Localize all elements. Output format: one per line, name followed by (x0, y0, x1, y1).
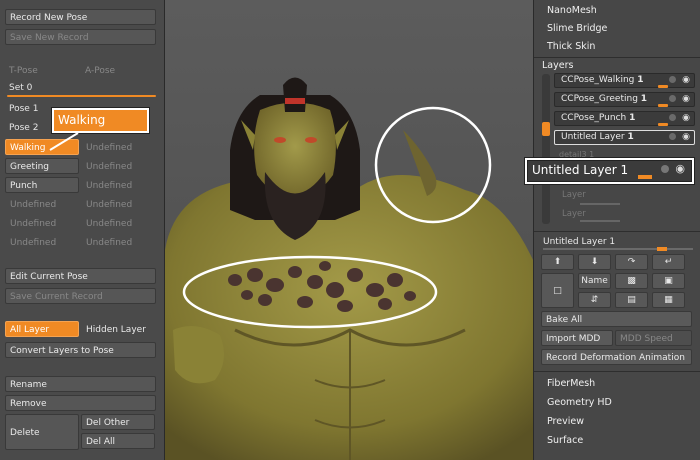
left-panel: Record New Pose Save New Record T-Pose A… (0, 0, 165, 460)
callout-layer-name: Untitled Layer 1 (532, 163, 629, 177)
remove-button[interactable]: Remove (5, 395, 156, 411)
del-all-button[interactable]: Del All (81, 433, 155, 449)
import-mdd-button[interactable]: Import MDD (541, 330, 613, 346)
move-up-icon[interactable]: ⬆ (541, 254, 574, 270)
copy-icon[interactable]: ▩ (615, 273, 648, 289)
menu-nanomesh[interactable]: NanoMesh (547, 5, 597, 16)
menu-geometry-hd[interactable]: Geometry HD (547, 397, 612, 408)
move-down-icon[interactable]: ⬇ (578, 254, 611, 270)
pose-slot-greeting[interactable]: Greeting (5, 158, 79, 174)
bake-all-button[interactable]: Bake All (541, 311, 692, 327)
layer-slider-track[interactable] (580, 203, 620, 205)
divider (534, 371, 700, 372)
3d-viewport[interactable] (165, 0, 533, 460)
hidden-layer-button[interactable]: Hidden Layer (81, 321, 155, 337)
pose-slot-undefined[interactable]: Undefined (5, 234, 79, 250)
eye-icon: ◉ (675, 162, 685, 175)
orc-model-render (165, 77, 533, 460)
pose-slot-undefined[interactable]: Undefined (81, 234, 155, 250)
layer-intensity-slider[interactable] (658, 104, 668, 107)
record-dot-icon[interactable] (669, 114, 676, 121)
pose-slot-undefined[interactable]: Undefined (81, 215, 155, 231)
layer-name: CCPose_Punch (561, 113, 627, 123)
flatten-icon[interactable]: ▦ (652, 292, 685, 308)
current-layer-label: Untitled Layer 1 (543, 237, 616, 247)
layer-num: 1 (627, 132, 634, 142)
mdd-speed-slider[interactable]: MDD Speed (615, 330, 692, 346)
delete-layer-icon[interactable]: ▣ (652, 273, 685, 289)
callout-pointer (49, 132, 79, 151)
layer-num: 1 (629, 113, 636, 123)
menu-surface[interactable]: Surface (547, 435, 583, 446)
menu-preview[interactable]: Preview (547, 416, 584, 427)
pose-slot-undefined[interactable]: Undefined (5, 215, 79, 231)
layer-ccpose-greeting[interactable]: CCPose_Greeting 1 ◉ (554, 92, 695, 107)
record-dot-icon[interactable] (669, 76, 676, 83)
eye-icon[interactable]: ◉ (682, 132, 690, 142)
convert-layers-button[interactable]: Convert Layers to Pose (5, 342, 156, 358)
layer-ccpose-punch[interactable]: CCPose_Punch 1 ◉ (554, 111, 695, 126)
layers-scroll-thumb[interactable] (542, 122, 550, 136)
divider (534, 231, 700, 232)
layer-untitled[interactable]: Untitled Layer 1 ◉ (554, 130, 695, 145)
record-dot-icon[interactable] (669, 95, 676, 102)
layer-ccpose-walking[interactable]: CCPose_Walking 1 ◉ (554, 73, 695, 88)
pose-slot-undefined[interactable]: Undefined (5, 196, 79, 212)
layer-num: 1 (640, 94, 648, 104)
del-other-button[interactable]: Del Other (81, 414, 155, 430)
menu-fibermesh[interactable]: FiberMesh (547, 378, 595, 389)
layer-slider-label[interactable]: Layer (562, 190, 586, 200)
name-button[interactable]: Name (578, 273, 611, 289)
callout-intensity-slider (638, 175, 652, 179)
layer-num: 1 (637, 75, 644, 85)
merge-down-icon[interactable]: ▤ (615, 292, 648, 308)
untitled-layer-callout: Untitled Layer 1 ◉ (524, 157, 695, 185)
rename-button[interactable]: Rename (5, 376, 156, 392)
delete-button[interactable]: Delete (5, 414, 79, 450)
current-layer-thumb[interactable] (657, 247, 667, 251)
menu-thick-skin[interactable]: Thick Skin (547, 41, 595, 52)
layer-intensity-slider[interactable] (658, 123, 668, 126)
edit-current-pose-button[interactable]: Edit Current Pose (5, 268, 156, 284)
layers-title: Layers (542, 60, 574, 71)
divider (534, 57, 700, 58)
duplicate-icon[interactable]: □ (541, 273, 574, 308)
eye-icon[interactable]: ◉ (682, 94, 690, 104)
record-dot-icon (661, 165, 669, 173)
record-deformation-button[interactable]: Record Deformation Animation (541, 349, 692, 365)
menu-slime-bridge[interactable]: Slime Bridge (547, 23, 607, 34)
redo-icon[interactable]: ↷ (615, 254, 648, 270)
save-current-record-button[interactable]: Save Current Record (5, 288, 156, 304)
eye-icon[interactable]: ◉ (682, 113, 690, 123)
pose-slot-undefined[interactable]: Undefined (81, 196, 155, 212)
layer-name: CCPose_Walking (561, 75, 635, 85)
pose-slot-undefined[interactable]: Undefined (81, 177, 155, 193)
layer-slider2-track[interactable] (580, 220, 620, 222)
step-icon[interactable]: ↵ (652, 254, 685, 270)
all-layer-button[interactable]: All Layer (5, 321, 79, 337)
layer-name: CCPose_Greeting (561, 94, 638, 104)
layer-intensity-slider[interactable] (658, 85, 668, 88)
layer-slider2-label[interactable]: Layer (562, 209, 586, 219)
eye-icon[interactable]: ◉ (682, 75, 690, 85)
split-icon[interactable]: ⇵ (578, 292, 611, 308)
layer-name: Untitled Layer (561, 132, 625, 142)
layers-scrollbar[interactable] (542, 74, 550, 224)
record-dot-icon[interactable] (669, 133, 676, 140)
pose-slot-undefined[interactable]: Undefined (81, 158, 155, 174)
current-layer-slider[interactable] (543, 247, 693, 251)
pose-slot-punch[interactable]: Punch (5, 177, 79, 193)
right-panel: NanoMesh Slime Bridge Thick Skin Layers … (524, 0, 700, 460)
